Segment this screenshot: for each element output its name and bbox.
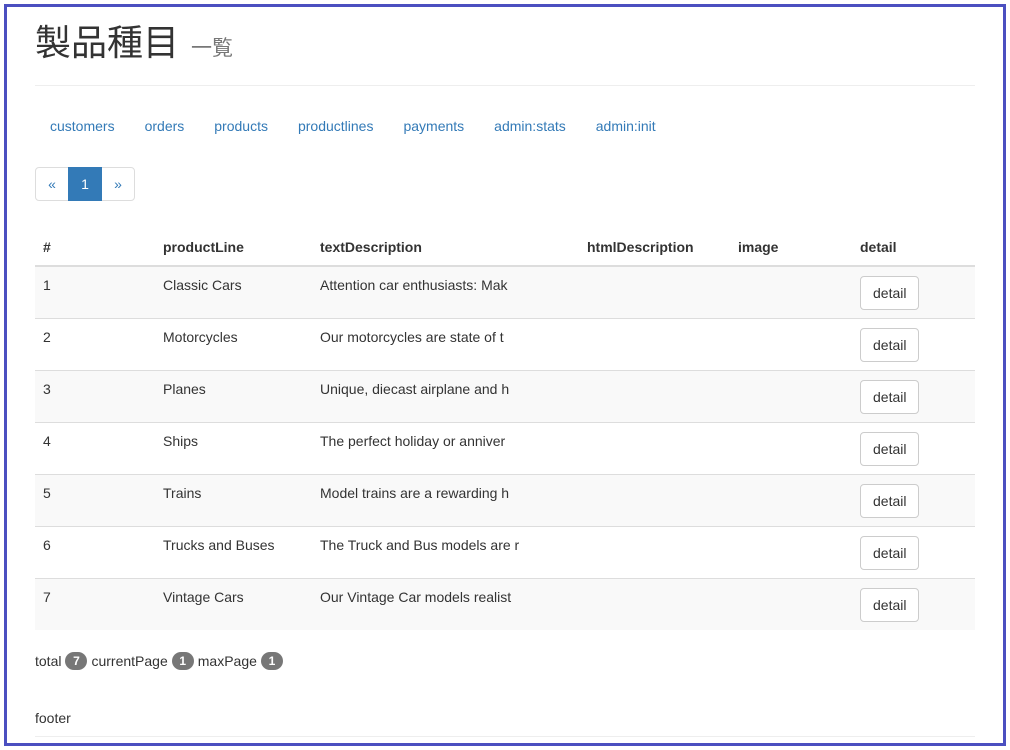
table-header-row: # productLine textDescription htmlDescri… <box>35 228 975 267</box>
cell-image <box>730 266 852 319</box>
cell-product-line: Ships <box>155 422 312 475</box>
cell-product-line: Planes <box>155 370 312 423</box>
footer: footer <box>35 710 975 737</box>
detail-button[interactable]: detail <box>860 276 920 310</box>
detail-button[interactable]: detail <box>860 328 920 362</box>
nav-payments[interactable]: payments <box>388 108 479 144</box>
cell-html-description <box>579 266 730 319</box>
total-label: total <box>35 653 62 669</box>
header-detail: detail <box>852 228 975 267</box>
pagination-next[interactable]: » <box>101 167 135 201</box>
main-container: 製品種目 一覧 customers orders products product… <box>35 7 975 737</box>
cell-html-description <box>579 526 730 579</box>
cell-product-line: Classic Cars <box>163 277 242 293</box>
cell-html-description <box>579 578 730 630</box>
cell-html-description <box>579 370 730 423</box>
table-row: 3 Planes Unique, diecast airplane and h … <box>35 370 975 423</box>
cell-detail: detail <box>852 422 975 475</box>
cell-product-line: Motorcycles <box>155 318 312 371</box>
cell-detail: detail <box>852 474 975 527</box>
cell-num: 6 <box>35 526 155 579</box>
cell-num: 5 <box>35 474 155 527</box>
table-row: 2 Motorcycles Our motorcycles are state … <box>35 318 975 371</box>
header-product-line: productLine <box>155 228 312 267</box>
detail-button[interactable]: detail <box>860 484 920 518</box>
cell-image <box>730 474 852 527</box>
cell-image <box>730 422 852 475</box>
page-subtitle: 一覧 <box>191 36 234 60</box>
cell-detail: detail <box>852 526 975 579</box>
page-title: 製品種目 一覧 <box>35 24 233 68</box>
cell-num: 1 <box>43 277 51 293</box>
cell-num: 4 <box>35 422 155 475</box>
nav-bar: customers orders products productlines p… <box>35 106 975 146</box>
header-text-description: textDescription <box>312 228 579 267</box>
table-row: 1 Classic Cars Attention car enthusiasts… <box>35 266 975 319</box>
header-image: image <box>730 228 852 267</box>
cell-detail: detail <box>852 370 975 423</box>
cell-image <box>730 318 852 371</box>
detail-button[interactable]: detail <box>860 536 920 570</box>
cell-html-description <box>579 318 730 371</box>
cell-detail: detail <box>852 578 975 630</box>
nav-orders[interactable]: orders <box>130 108 200 144</box>
pagination: « 1 » <box>35 167 975 201</box>
cell-text-description: The perfect holiday or anniver <box>312 422 579 475</box>
nav-customers[interactable]: customers <box>35 108 130 144</box>
cell-text-description: Unique, diecast airplane and h <box>312 370 579 423</box>
detail-button[interactable]: detail <box>860 432 920 466</box>
table-row: 7 Vintage Cars Our Vintage Car models re… <box>35 578 975 630</box>
table-row: 5 Trains Model trains are a rewarding h … <box>35 474 975 527</box>
nav-admin-init[interactable]: admin:init <box>581 108 671 144</box>
cell-detail: detail <box>852 266 975 319</box>
cell-product-line: Trains <box>155 474 312 527</box>
max-page-badge: 1 <box>260 652 283 670</box>
cell-product-line: Vintage Cars <box>155 578 312 630</box>
nav-productlines[interactable]: productlines <box>283 108 389 144</box>
cell-text-description: The Truck and Bus models are r <box>312 526 579 579</box>
pagination-page-1[interactable]: 1 <box>68 167 102 201</box>
summary-bar: total 7 currentPage 1 maxPage 1 <box>35 650 975 672</box>
header-html-description: htmlDescription <box>579 228 730 267</box>
page-title-text: 製品種目 <box>35 23 180 64</box>
total-badge: 7 <box>65 652 88 670</box>
cell-text-description: Our motorcycles are state of t <box>312 318 579 371</box>
cell-num: 3 <box>35 370 155 423</box>
page-header: 製品種目 一覧 <box>35 24 975 86</box>
cell-html-description <box>579 422 730 475</box>
cell-text-description: Model trains are a rewarding h <box>312 474 579 527</box>
cell-image <box>730 578 852 630</box>
current-page-badge: 1 <box>171 652 194 670</box>
detail-button[interactable]: detail <box>860 588 920 622</box>
cell-image <box>730 370 852 423</box>
cell-text-description: Our Vintage Car models realist <box>312 578 579 630</box>
cell-detail: detail <box>852 318 975 371</box>
header-num: # <box>35 228 155 267</box>
table-row: 6 Trucks and Buses The Truck and Bus mod… <box>35 526 975 579</box>
nav-admin-stats[interactable]: admin:stats <box>479 108 581 144</box>
max-page-label: maxPage <box>197 653 257 669</box>
current-page-label: currentPage <box>91 653 168 669</box>
cell-html-description <box>579 474 730 527</box>
pagination-prev[interactable]: « <box>35 167 69 201</box>
product-lines-table: # productLine textDescription htmlDescri… <box>35 228 975 630</box>
detail-button[interactable]: detail <box>860 380 920 414</box>
table-row: 4 Ships The perfect holiday or anniver d… <box>35 422 975 475</box>
cell-num: 2 <box>35 318 155 371</box>
cell-product-line: Trucks and Buses <box>155 526 312 579</box>
cell-image <box>730 526 852 579</box>
cell-text-description: Attention car enthusiasts: Mak <box>320 277 508 293</box>
window-frame: 製品種目 一覧 customers orders products product… <box>4 4 1006 746</box>
cell-num: 7 <box>35 578 155 630</box>
nav-products[interactable]: products <box>199 108 283 144</box>
